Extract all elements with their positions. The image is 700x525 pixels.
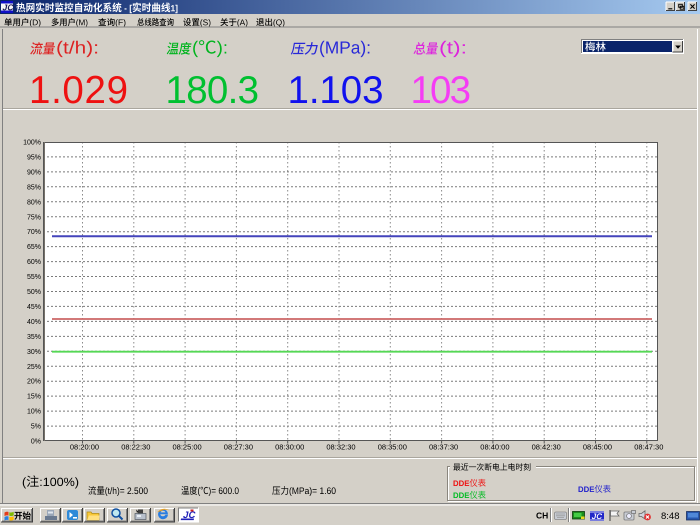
svg-text:08:35:00: 08:35:00 bbox=[378, 443, 407, 452]
svg-text:08:47:30: 08:47:30 bbox=[634, 443, 663, 452]
svg-text:5%: 5% bbox=[31, 424, 41, 431]
svg-text:30%: 30% bbox=[27, 349, 41, 356]
svg-text:55%: 55% bbox=[27, 274, 41, 281]
svg-text:08:45:00: 08:45:00 bbox=[583, 443, 612, 452]
svg-text:08:22:30: 08:22:30 bbox=[121, 443, 150, 452]
svg-text:1.029: 1.029 bbox=[29, 69, 128, 112]
svg-text:20%: 20% bbox=[27, 379, 41, 386]
svg-text:90%: 90% bbox=[27, 169, 41, 176]
svg-text:103: 103 bbox=[411, 69, 472, 112]
svg-text:40%: 40% bbox=[27, 319, 41, 326]
svg-text:25%: 25% bbox=[27, 364, 41, 371]
svg-text:08:40:00: 08:40:00 bbox=[480, 443, 509, 452]
svg-text:65%: 65% bbox=[27, 244, 41, 251]
svg-text:1.103: 1.103 bbox=[288, 69, 384, 112]
svg-text:08:27:30: 08:27:30 bbox=[224, 443, 253, 452]
svg-text:60%: 60% bbox=[27, 259, 41, 266]
svg-text:70%: 70% bbox=[27, 229, 41, 236]
svg-text:08:42:30: 08:42:30 bbox=[532, 443, 561, 452]
svg-text:15%: 15% bbox=[27, 394, 41, 401]
svg-text:45%: 45% bbox=[27, 304, 41, 311]
svg-text:08:32:30: 08:32:30 bbox=[326, 443, 355, 452]
svg-text:08:37:30: 08:37:30 bbox=[429, 443, 458, 452]
svg-text:08:25:00: 08:25:00 bbox=[172, 443, 201, 452]
svg-text:180.3: 180.3 bbox=[166, 69, 260, 112]
svg-text:95%: 95% bbox=[27, 154, 41, 161]
svg-text:75%: 75% bbox=[27, 214, 41, 221]
svg-text:35%: 35% bbox=[27, 334, 41, 341]
svg-text:8:48: 8:48 bbox=[661, 511, 680, 522]
svg-text:0%: 0% bbox=[31, 439, 41, 446]
svg-text:CH: CH bbox=[536, 511, 548, 521]
svg-text:08:20:00: 08:20:00 bbox=[70, 443, 99, 452]
svg-text:85%: 85% bbox=[27, 184, 41, 191]
svg-text:100%: 100% bbox=[23, 140, 41, 147]
svg-text:50%: 50% bbox=[27, 289, 41, 296]
svg-text:10%: 10% bbox=[27, 409, 41, 416]
svg-text:80%: 80% bbox=[27, 199, 41, 206]
svg-text:08:30:00: 08:30:00 bbox=[275, 443, 304, 452]
